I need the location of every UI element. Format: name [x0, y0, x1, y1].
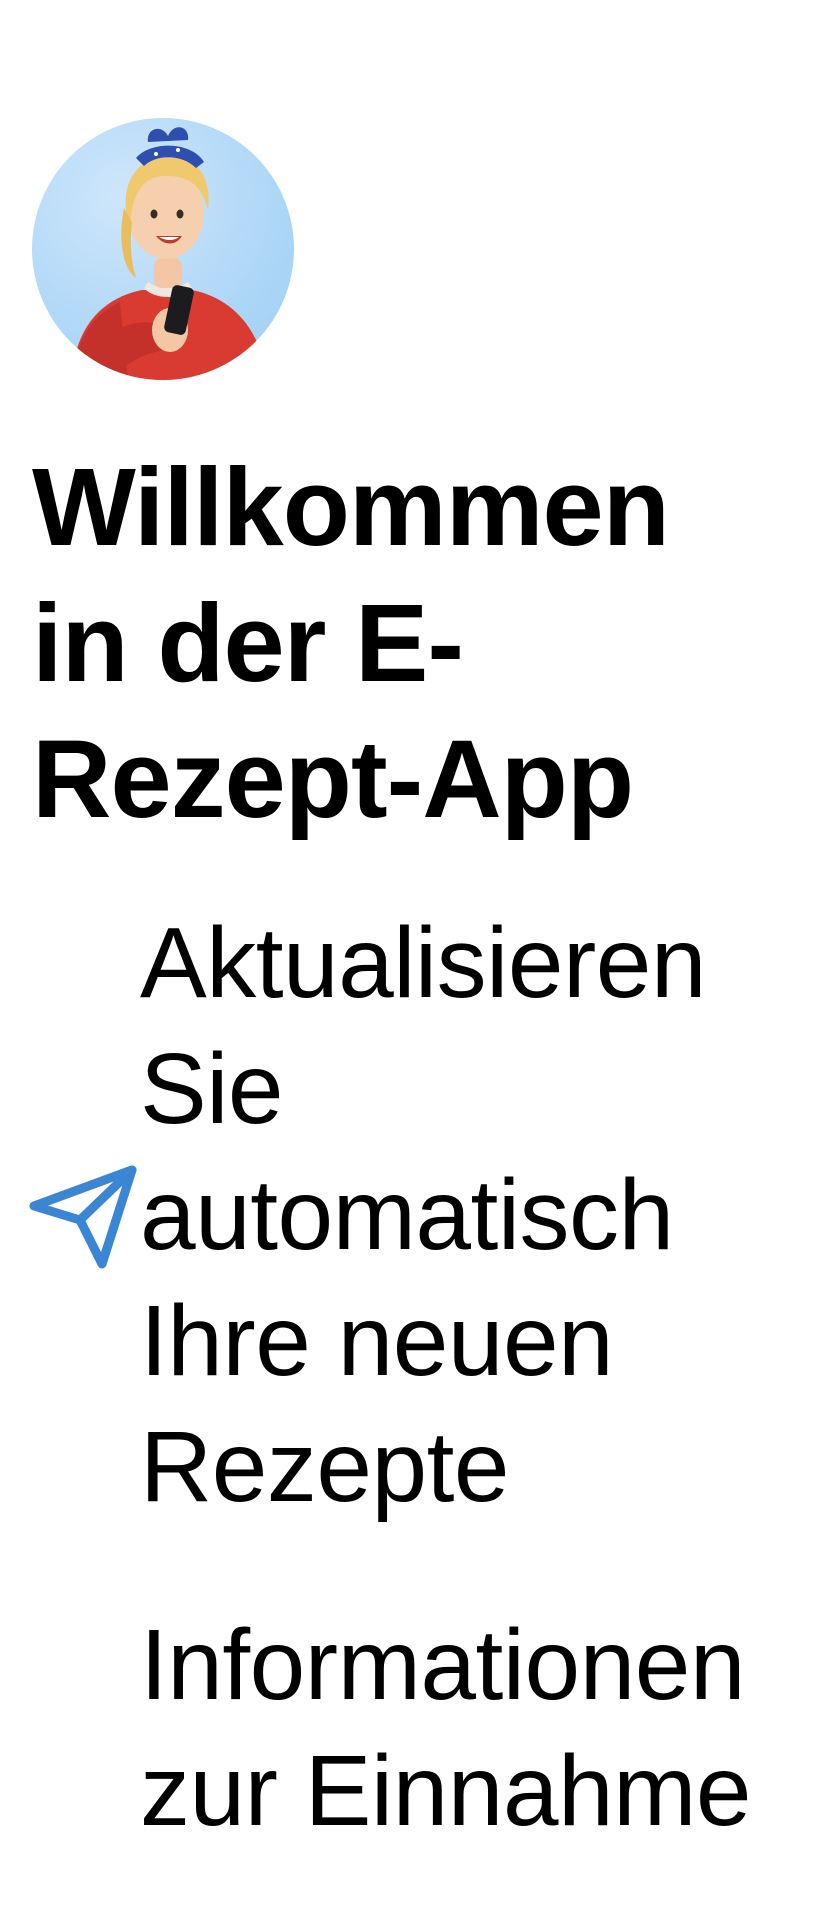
welcome-avatar	[32, 118, 294, 380]
feature-item-intake-info: Informationen zur Einnahme	[0, 1602, 828, 1854]
paper-plane-icon	[28, 1160, 138, 1270]
page-title: Willkommen in der E-Rezept-App	[32, 446, 670, 841]
feature-text: Informationen zur Einnahme	[140, 1609, 752, 1847]
feature-list: Aktualisieren Sie automatisch Ihre neuen…	[0, 900, 828, 1926]
feature-text: Aktualisieren Sie automatisch Ihre neuen…	[140, 907, 707, 1523]
woman-with-phone-illustration	[72, 127, 268, 380]
feature-item-auto-update: Aktualisieren Sie automatisch Ihre neuen…	[0, 900, 828, 1530]
